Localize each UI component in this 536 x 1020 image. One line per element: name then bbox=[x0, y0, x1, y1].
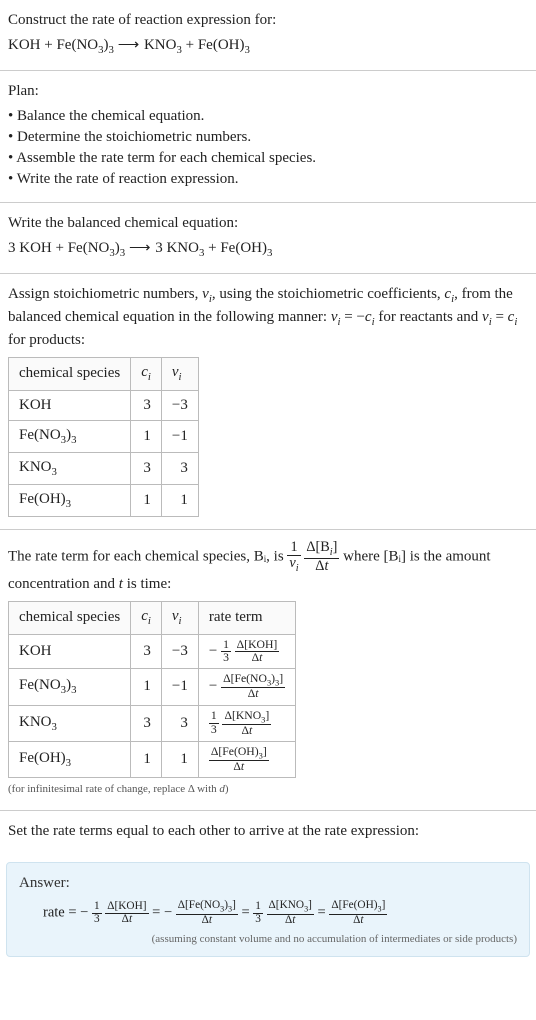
final-section: Set the rate terms equal to each other t… bbox=[0, 811, 536, 854]
intro-section: Construct the rate of reaction expressio… bbox=[0, 0, 536, 71]
balanced-heading: Write the balanced chemical equation: bbox=[8, 213, 528, 234]
col-nui: νi bbox=[161, 602, 198, 634]
plan-item: Determine the stoichiometric numbers. bbox=[8, 127, 528, 148]
balanced-equation: 3 KOH + Fe(NO3)3 ⟶ 3 KNO3 + Fe(OH)3 bbox=[8, 238, 528, 261]
cell-species: KOH bbox=[9, 634, 131, 669]
stoich-text: Assign stoichiometric numbers, νi, using… bbox=[8, 284, 528, 351]
intro-heading: Construct the rate of reaction expressio… bbox=[8, 10, 528, 31]
unbalanced-equation: KOH + Fe(NO3)3 ⟶ KNO3 + Fe(OH)3 bbox=[8, 35, 528, 58]
table-row: KNO3 3 3 bbox=[9, 452, 199, 484]
table-row: KOH 3 −3 bbox=[9, 390, 199, 420]
plan-heading: Plan: bbox=[8, 81, 528, 102]
cell-nu: 1 bbox=[161, 484, 198, 516]
cell-species: KNO3 bbox=[9, 452, 131, 484]
col-ci: ci bbox=[131, 358, 162, 390]
species-koh: KOH bbox=[8, 37, 41, 53]
answer-label: Answer: bbox=[19, 873, 517, 894]
table-row: KNO3 3 3 13 Δ[KNO3]Δt bbox=[9, 705, 296, 741]
col-nui: νi bbox=[161, 358, 198, 390]
fraction: 1νi bbox=[287, 540, 300, 575]
rate-expression: rate = − 13 Δ[KOH]Δt = − Δ[Fe(NO3)3]Δt =… bbox=[19, 900, 517, 927]
col-rate-term: rate term bbox=[198, 602, 295, 634]
plan-section: Plan: Balance the chemical equation. Det… bbox=[0, 71, 536, 203]
cell-c: 1 bbox=[131, 420, 162, 452]
rate-term-section: The rate term for each chemical species,… bbox=[0, 530, 536, 811]
stoich-section: Assign stoichiometric numbers, νi, using… bbox=[0, 274, 536, 530]
cell-nu: −1 bbox=[161, 420, 198, 452]
table-row: Fe(OH)3 1 1 bbox=[9, 484, 199, 516]
answer-assumption: (assuming constant volume and no accumul… bbox=[19, 932, 517, 947]
col-ci: ci bbox=[131, 602, 162, 634]
cell-species: Fe(OH)3 bbox=[9, 741, 131, 777]
cell-c: 1 bbox=[131, 484, 162, 516]
reaction-arrow-icon: ⟶ bbox=[129, 240, 152, 256]
table-header-row: chemical species ci νi bbox=[9, 358, 199, 390]
table-header-row: chemical species ci νi rate term bbox=[9, 602, 296, 634]
cell-nu: 3 bbox=[161, 452, 198, 484]
species-kno3: KNO3 bbox=[144, 37, 182, 53]
rate-term-table: chemical species ci νi rate term KOH 3 −… bbox=[8, 601, 296, 778]
cell-c: 3 bbox=[131, 452, 162, 484]
final-heading: Set the rate terms equal to each other t… bbox=[8, 821, 528, 842]
table-row: KOH 3 −3 − 13 Δ[KOH]Δt bbox=[9, 634, 296, 669]
rate-term-text: The rate term for each chemical species,… bbox=[8, 540, 528, 596]
fraction: Δ[Bi]Δt bbox=[304, 540, 339, 575]
col-species: chemical species bbox=[9, 602, 131, 634]
cell-species: Fe(OH)3 bbox=[9, 484, 131, 516]
plan-list: Balance the chemical equation. Determine… bbox=[8, 106, 528, 190]
stoich-table: chemical species ci νi KOH 3 −3 Fe(NO3)3… bbox=[8, 357, 199, 516]
rate-table-footnote: (for infinitesimal rate of change, repla… bbox=[8, 782, 528, 797]
cell-nu: −3 bbox=[161, 390, 198, 420]
table-row: Fe(NO3)3 1 −1 bbox=[9, 420, 199, 452]
cell-rate-term: 13 Δ[KNO3]Δt bbox=[198, 705, 295, 741]
answer-box: Answer: rate = − 13 Δ[KOH]Δt = − Δ[Fe(NO… bbox=[6, 862, 530, 957]
species-feno33: Fe(NO3)3 bbox=[56, 37, 113, 53]
cell-species: Fe(NO3)3 bbox=[9, 669, 131, 705]
balanced-section: Write the balanced chemical equation: 3 … bbox=[0, 203, 536, 274]
cell-rate-term: Δ[Fe(OH)3]Δt bbox=[198, 741, 295, 777]
cell-rate-term: − Δ[Fe(NO3)3]Δt bbox=[198, 669, 295, 705]
table-row: Fe(NO3)3 1 −1 − Δ[Fe(NO3)3]Δt bbox=[9, 669, 296, 705]
plan-item: Balance the chemical equation. bbox=[8, 106, 528, 127]
plan-item: Assemble the rate term for each chemical… bbox=[8, 148, 528, 169]
reaction-arrow-icon: ⟶ bbox=[118, 37, 141, 53]
species-feoh3: Fe(OH)3 bbox=[198, 37, 250, 53]
cell-species: Fe(NO3)3 bbox=[9, 420, 131, 452]
cell-species: KNO3 bbox=[9, 705, 131, 741]
cell-species: KOH bbox=[9, 390, 131, 420]
plan-item: Write the rate of reaction expression. bbox=[8, 169, 528, 190]
cell-c: 3 bbox=[131, 390, 162, 420]
table-row: Fe(OH)3 1 1 Δ[Fe(OH)3]Δt bbox=[9, 741, 296, 777]
col-species: chemical species bbox=[9, 358, 131, 390]
cell-rate-term: − 13 Δ[KOH]Δt bbox=[198, 634, 295, 669]
